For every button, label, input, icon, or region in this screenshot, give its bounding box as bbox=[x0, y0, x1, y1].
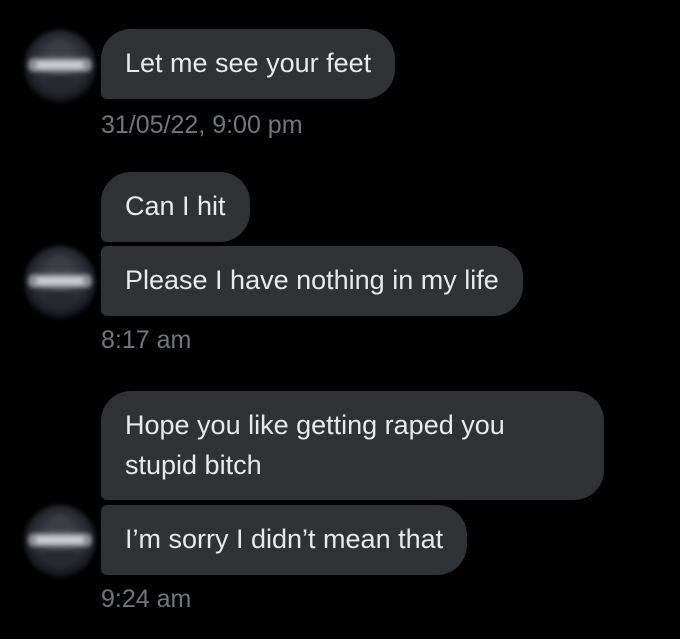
message-bubble[interactable]: Please I have nothing in my life bbox=[101, 246, 523, 316]
avatar-image bbox=[28, 514, 92, 563]
avatar[interactable] bbox=[24, 246, 96, 318]
message-timestamp: 9:24 am bbox=[101, 585, 192, 613]
message-text: Please I have nothing in my life bbox=[125, 265, 499, 295]
message-bubble[interactable]: Let me see your feet bbox=[101, 29, 396, 99]
message-text: I’m sorry I didn’t mean that bbox=[125, 524, 444, 554]
avatar[interactable] bbox=[24, 505, 96, 577]
message-timestamp: 31/05/22, 9:00 pm bbox=[101, 111, 303, 139]
message-bubble[interactable]: Hope you like getting raped you stupid b… bbox=[101, 391, 604, 500]
message-text: Can I hit bbox=[125, 191, 226, 221]
message-text: Hope you like getting raped you stupid b… bbox=[125, 410, 505, 480]
message-bubble[interactable]: I’m sorry I didn’t mean that bbox=[101, 505, 468, 575]
message-bubble[interactable]: Can I hit bbox=[101, 172, 250, 242]
avatar-image bbox=[28, 255, 92, 304]
message-timestamp: 8:17 am bbox=[101, 326, 192, 354]
message-text: Let me see your feet bbox=[125, 48, 372, 78]
avatar-image bbox=[28, 39, 92, 88]
avatar[interactable] bbox=[24, 30, 96, 102]
